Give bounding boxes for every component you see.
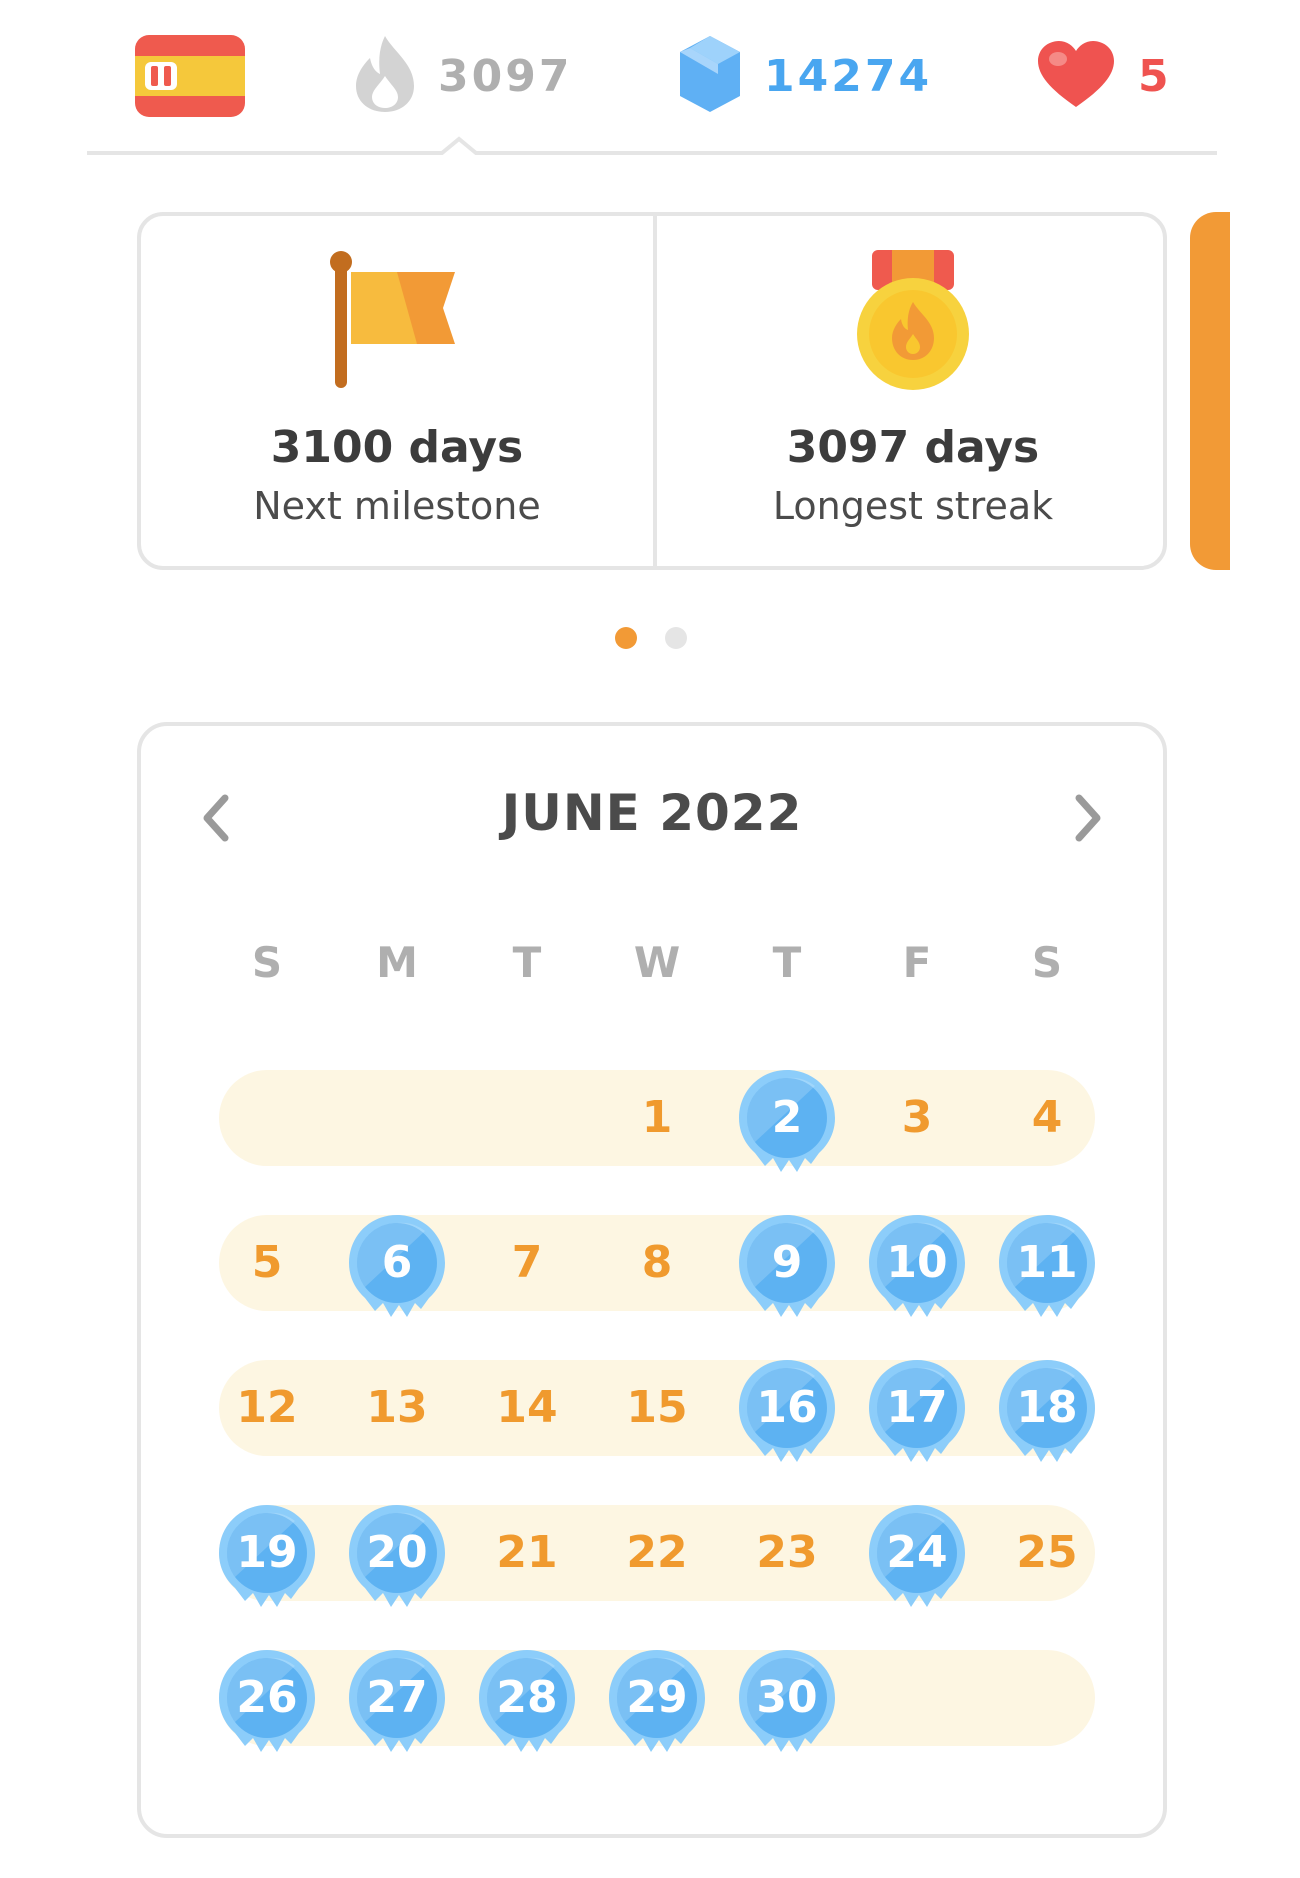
gem-icon [678,34,742,118]
day-number: 2 [771,1092,803,1143]
calendar-day[interactable]: 7 [477,1213,577,1313]
day-number: 1 [641,1092,673,1143]
calendar-day-practiced[interactable]: 10 [867,1213,967,1317]
calendar-day-practiced[interactable]: 27 [347,1648,447,1752]
streak-counter[interactable]: 3097 [354,34,572,118]
calendar-day-practiced[interactable]: 9 [737,1213,837,1317]
calendar-day[interactable]: 13 [347,1358,447,1458]
day-number: 3 [901,1092,933,1143]
longest-streak-card: 3097 days Longest streak [657,216,1169,566]
day-number: 4 [1031,1092,1063,1143]
day-number: 20 [366,1527,428,1578]
weekday-header: T [512,938,542,987]
calendar-day-practiced[interactable]: 29 [607,1648,707,1752]
day-number: 7 [511,1237,543,1288]
day-number: 18 [1016,1382,1078,1433]
top-stats-bar: 3097 14274 5 [0,0,1300,160]
calendar-day[interactable]: 15 [607,1358,707,1458]
medal-icon [848,250,978,399]
longest-streak-label: Longest streak [772,484,1054,528]
weekday-header: M [376,938,418,987]
calendar-day-practiced[interactable]: 26 [217,1648,317,1752]
weekday-header: T [772,938,802,987]
chevron-right-icon [1075,794,1101,842]
hearts-counter[interactable]: 5 [1036,34,1172,118]
next-milestone-card: 3100 days Next milestone [141,216,653,566]
gems-count: 14274 [764,50,933,102]
heart-icon [1036,39,1116,113]
calendar-day[interactable]: 5 [217,1213,317,1313]
flag-icon [327,250,467,394]
calendar-day[interactable]: 21 [477,1503,577,1603]
day-number: 23 [756,1527,818,1578]
calendar-day-practiced[interactable]: 16 [737,1358,837,1462]
calendar-day-practiced[interactable]: 30 [737,1648,837,1752]
calendar-day-practiced[interactable]: 28 [477,1648,577,1752]
calendar-day-practiced[interactable]: 17 [867,1358,967,1462]
calendar-day[interactable]: 8 [607,1213,707,1313]
next-month-button[interactable] [1063,788,1113,848]
pager-dot[interactable] [665,627,687,649]
fire-icon [354,34,416,118]
day-number: 29 [626,1672,688,1723]
tab-divider [87,136,1217,155]
calendar-day-practiced[interactable]: 19 [217,1503,317,1607]
day-number: 10 [886,1237,948,1288]
day-number: 30 [756,1672,818,1723]
weekday-header: S [1031,938,1063,987]
day-number: 19 [236,1527,298,1578]
day-number: 28 [496,1672,558,1723]
calendar-day[interactable]: 12 [217,1358,317,1458]
calendar-day[interactable]: 14 [477,1358,577,1458]
calendar-day-practiced[interactable]: 18 [997,1358,1097,1462]
next-card-peek[interactable] [1190,212,1230,570]
calendar-day-practiced[interactable]: 2 [737,1068,837,1172]
gems-counter[interactable]: 14274 [678,34,932,118]
day-number: 21 [496,1527,558,1578]
weekday-header: W [633,938,681,987]
calendar-day[interactable]: 25 [997,1503,1097,1603]
day-number: 12 [236,1382,298,1433]
day-number: 24 [886,1527,948,1578]
weekday-header: S [251,938,283,987]
pager-dot-active[interactable] [615,627,637,649]
streak-calendar: JUNE 2022 S M T W T F S 1 2 3 4 5 6 7 8 9 10 11 12 13 14 15 16… [137,722,1167,1838]
day-number: 13 [366,1382,428,1433]
streak-count: 3097 [438,50,573,102]
calendar-day[interactable]: 3 [867,1068,967,1168]
calendar-day[interactable]: 1 [607,1068,707,1168]
day-number: 26 [236,1672,298,1723]
pager-dots [0,627,1300,651]
calendar-day-practiced[interactable]: 20 [347,1503,447,1607]
calendar-day[interactable]: 4 [997,1068,1097,1168]
weekday-header: F [902,938,932,987]
calendar-day[interactable]: 23 [737,1503,837,1603]
day-number: 22 [626,1527,688,1578]
calendar-day[interactable]: 22 [607,1503,707,1603]
next-milestone-label: Next milestone [253,484,541,528]
day-number: 6 [381,1237,413,1288]
day-number: 27 [366,1672,428,1723]
day-number: 9 [771,1237,803,1288]
calendar-day-practiced[interactable]: 6 [347,1213,447,1317]
month-title: JUNE 2022 [501,784,803,842]
language-flag-spain[interactable] [135,35,245,117]
day-number: 14 [496,1382,558,1433]
longest-streak-value: 3097 days [786,422,1040,473]
day-number: 8 [641,1237,673,1288]
day-number: 17 [886,1382,948,1433]
day-number: 5 [251,1237,283,1288]
day-number: 15 [626,1382,688,1433]
day-number: 11 [1016,1237,1078,1288]
hearts-count: 5 [1138,50,1172,102]
day-number: 16 [756,1382,818,1433]
next-milestone-value: 3100 days [270,422,524,473]
calendar-day-practiced[interactable]: 11 [997,1213,1097,1317]
day-number: 25 [1016,1527,1078,1578]
calendar-day-practiced[interactable]: 24 [867,1503,967,1607]
streak-stats-card: 3100 days Next milestone 3097 days Longe… [137,212,1167,570]
